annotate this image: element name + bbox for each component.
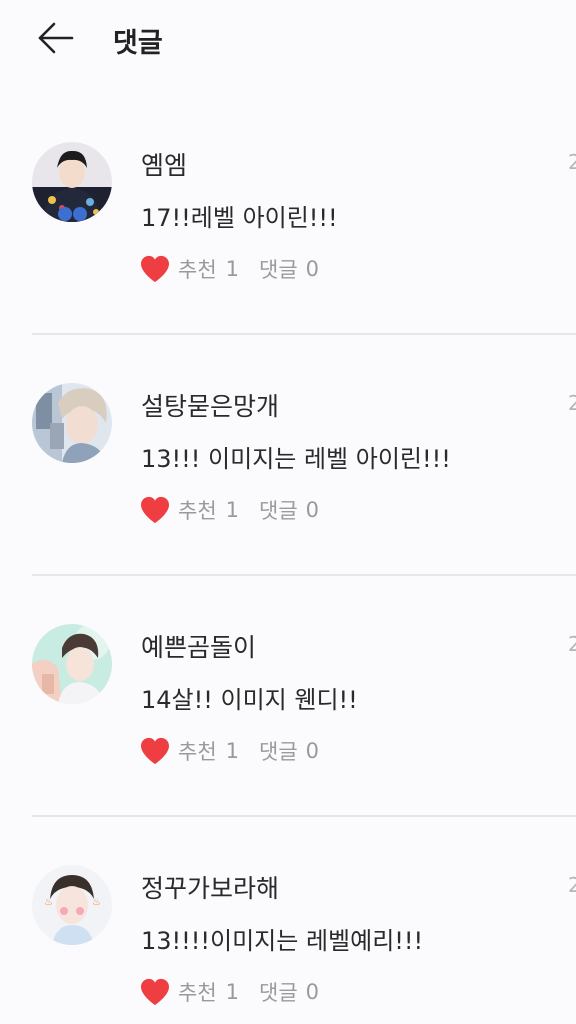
like-count: 1 (225, 498, 240, 522)
comment-date: 2 (568, 873, 576, 897)
comment-author[interactable]: 옘엠 (141, 146, 187, 182)
reply-button[interactable]: 댓글 0 (259, 254, 319, 284)
reply-button[interactable]: 댓글 0 (259, 495, 319, 525)
comment-actions: 추천 1 댓글 0 (140, 494, 319, 526)
comment-actions: 추천 1 댓글 0 (140, 253, 319, 285)
back-button[interactable] (34, 18, 78, 58)
like-button[interactable]: 추천 1 (140, 495, 239, 525)
header: 댓글 (0, 0, 576, 80)
comment-author[interactable]: 정꾸가보라해 (141, 869, 279, 905)
comment-author[interactable]: 설탕묻은망개 (141, 387, 279, 423)
heart-icon (141, 978, 169, 1006)
like-label: 추천 (178, 499, 217, 523)
reply-button[interactable]: 댓글 0 (259, 736, 319, 766)
like-count: 1 (225, 739, 240, 763)
reply-count: 0 (305, 739, 320, 763)
like-button[interactable]: 추천 1 (140, 736, 239, 766)
svg-text:♨: ♨ (92, 897, 101, 908)
like-count: 1 (225, 980, 240, 1004)
reply-count: 0 (305, 980, 320, 1004)
user-photo (32, 624, 112, 704)
comment-date: 2 (568, 391, 576, 415)
like-button[interactable]: 추천 1 (140, 254, 239, 284)
comment-text: 14살!! 이미지 웬디!! (141, 686, 358, 714)
avatar[interactable] (32, 624, 112, 704)
heart-icon (141, 255, 169, 283)
avatar[interactable] (32, 383, 112, 463)
reply-label: 댓글 (259, 499, 298, 523)
page-title: 댓글 (113, 28, 163, 59)
user-photo (32, 383, 112, 463)
like-label: 추천 (178, 981, 217, 1005)
user-photo (32, 142, 112, 222)
comment-text: 17!!레벨 아이린!!! (141, 204, 338, 232)
heart-icon (141, 737, 169, 765)
comment-actions: 추천 1 댓글 0 (140, 735, 319, 767)
comment-actions: 추천 1 댓글 0 (140, 976, 319, 1008)
comment-author[interactable]: 예쁜곰돌이 (141, 628, 256, 664)
svg-text:♨: ♨ (44, 897, 53, 908)
comment-date: 2 (568, 150, 576, 174)
arrow-left-icon (38, 22, 74, 54)
like-label: 추천 (178, 258, 217, 282)
comment-item: ♨ ♨ 정꾸가보라해 13!!!!이미지는 레벨예리!!! 2 추천 1 댓글 … (0, 815, 576, 1024)
user-photo: ♨ ♨ (32, 865, 112, 945)
reply-count: 0 (305, 498, 320, 522)
reply-label: 댓글 (259, 981, 298, 1005)
comment-item: 설탕묻은망개 13!!! 이미지는 레벨 아이린!!! 2 추천 1 댓글 0 (0, 333, 576, 574)
comment-text: 13!!!!이미지는 레벨예리!!! (141, 927, 424, 955)
reply-label: 댓글 (259, 258, 298, 282)
comment-item: 옘엠 17!!레벨 아이린!!! 2 추천 1 댓글 0 (0, 92, 576, 333)
reply-button[interactable]: 댓글 0 (259, 977, 319, 1007)
comment-date: 2 (568, 632, 576, 656)
comment-text: 13!!! 이미지는 레벨 아이린!!! (141, 445, 451, 473)
avatar[interactable] (32, 142, 112, 222)
heart-icon (141, 496, 169, 524)
comment-item: 예쁜곰돌이 14살!! 이미지 웬디!! 2 추천 1 댓글 0 (0, 574, 576, 815)
like-label: 추천 (178, 740, 217, 764)
comments-screen: 댓글 옘엠 17!!레벨 아이린!!! 2 추천 1 댓글 0 설탕묻은망개 1… (0, 0, 576, 1024)
like-count: 1 (225, 257, 240, 281)
avatar[interactable]: ♨ ♨ (32, 865, 112, 945)
like-button[interactable]: 추천 1 (140, 977, 239, 1007)
reply-count: 0 (305, 257, 320, 281)
reply-label: 댓글 (259, 740, 298, 764)
